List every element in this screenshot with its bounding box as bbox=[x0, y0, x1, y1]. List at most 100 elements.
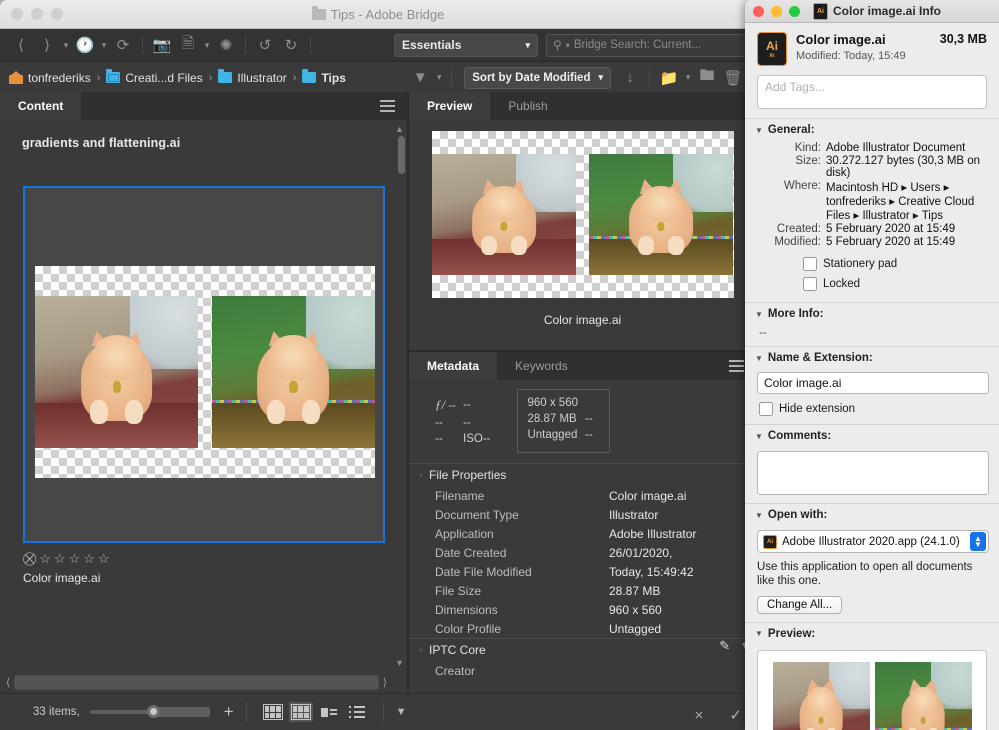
tab-preview[interactable]: Preview bbox=[409, 92, 491, 120]
checkbox-icon[interactable] bbox=[759, 402, 773, 416]
checkbox-locked[interactable]: Locked bbox=[745, 274, 999, 294]
metadata-value[interactable]: 28.87 MB bbox=[609, 584, 660, 598]
star-icon[interactable]: ☆ bbox=[54, 552, 66, 565]
tab-metadata[interactable]: Metadata bbox=[409, 352, 498, 380]
recent-dropdown-icon[interactable]: ▾ bbox=[60, 40, 72, 51]
workspace-selector[interactable]: Essentials ▾ bbox=[394, 33, 538, 57]
metadata-list[interactable]: ▾ File Properties Filename Color image.a… bbox=[409, 463, 756, 694]
pencil-icon[interactable]: ✎ bbox=[719, 638, 730, 654]
recent-folder-icon[interactable]: 📁 bbox=[656, 65, 682, 91]
search-scope-chevron-icon[interactable]: ▾ bbox=[566, 41, 570, 50]
scroll-down-icon[interactable]: ▼ bbox=[395, 658, 404, 668]
breadcrumb-item-illustrator[interactable]: Illustrator bbox=[215, 69, 289, 85]
open-in-camera-raw-icon[interactable]: 📷 bbox=[149, 32, 175, 58]
metadata-value[interactable]: Adobe Illustrator bbox=[609, 527, 696, 541]
bridge-traffic-lights[interactable] bbox=[0, 8, 63, 20]
rotate-counterclockwise-icon[interactable]: ⟳ bbox=[110, 32, 136, 58]
history-dropdown-icon[interactable]: ▾ bbox=[98, 40, 110, 51]
scroll-right-icon[interactable]: ⟩ bbox=[383, 676, 387, 689]
open-with-selector[interactable]: Ai Adobe Illustrator 2020.app (24.1.0) ▲… bbox=[757, 530, 989, 553]
metadata-value[interactable]: Color image.ai bbox=[609, 489, 686, 503]
section-more-info[interactable]: ▼ More Info: bbox=[745, 302, 999, 325]
search-input[interactable]: ⚲ ▾ Bridge Search: Current... bbox=[546, 33, 748, 57]
bridge-close-button[interactable] bbox=[11, 8, 23, 20]
breadcrumb-item-tips[interactable]: Tips bbox=[299, 69, 348, 85]
content-thumbnail-selected[interactable] bbox=[23, 186, 385, 543]
checkbox-stationery-pad[interactable]: Stationery pad bbox=[745, 254, 999, 274]
section-comments[interactable]: ▼ Comments: bbox=[745, 424, 999, 447]
checkbox-hide-extension[interactable]: Hide extension bbox=[745, 399, 999, 419]
history-clock-icon[interactable]: 🕐 bbox=[72, 32, 98, 58]
increase-thumbnail-size-button[interactable]: + bbox=[224, 702, 234, 722]
tab-keywords[interactable]: Keywords bbox=[497, 352, 586, 380]
metadata-value[interactable]: 960 x 560 bbox=[609, 603, 662, 617]
refresh-icon[interactable]: ✺ bbox=[213, 32, 239, 58]
comments-textarea[interactable] bbox=[757, 451, 989, 495]
info-row-modified: Modified: 5 February 2020 at 15:49 bbox=[745, 235, 999, 248]
scroll-track[interactable] bbox=[397, 136, 405, 656]
rating-stars[interactable]: ⛒ ☆ ☆ ☆ ☆ ☆ bbox=[23, 552, 110, 565]
change-all-button[interactable]: Change All... bbox=[757, 595, 843, 614]
section-open-with[interactable]: ▼ Open with: bbox=[745, 503, 999, 526]
stepper-icon[interactable]: ▲ ▼ bbox=[970, 532, 986, 551]
undo-icon[interactable]: ↺ bbox=[252, 32, 278, 58]
info-zoom-button[interactable] bbox=[789, 5, 800, 17]
list-view-icon[interactable] bbox=[345, 702, 369, 722]
metadata-section-iptc-core[interactable]: ▾ IPTC Core bbox=[409, 638, 756, 661]
tab-content[interactable]: Content bbox=[0, 92, 82, 120]
metadata-section-file-properties[interactable]: ▾ File Properties bbox=[409, 463, 756, 486]
content-vertical-scrollbar[interactable]: ▲ ▼ bbox=[395, 124, 405, 668]
confirm-icon[interactable]: ✓ bbox=[729, 706, 742, 724]
chevron-down-icon[interactable]: ▼ bbox=[396, 706, 407, 718]
checkbox-icon[interactable] bbox=[803, 257, 817, 271]
scroll-left-icon[interactable]: ⟨ bbox=[6, 676, 10, 689]
checkbox-icon[interactable] bbox=[803, 277, 817, 291]
content-horizontal-scrollbar[interactable]: ⟨ ⟩ bbox=[6, 675, 387, 690]
info-close-button[interactable] bbox=[753, 5, 764, 17]
batch-rename-dropdown-icon[interactable]: ▾ bbox=[201, 40, 213, 51]
filter-dropdown-icon[interactable]: ▾ bbox=[433, 72, 445, 83]
grid-view-icon[interactable] bbox=[261, 702, 285, 722]
sort-selector[interactable]: Sort by Date Modified ▾ bbox=[464, 66, 611, 89]
star-icon[interactable]: ☆ bbox=[83, 552, 95, 565]
scroll-thumb[interactable] bbox=[398, 136, 405, 174]
new-folder-icon[interactable]: 🖿 bbox=[694, 65, 720, 91]
bridge-minimize-button[interactable] bbox=[31, 8, 43, 20]
details-view-icon[interactable] bbox=[317, 702, 341, 722]
recent-folder-dropdown-icon[interactable]: ▾ bbox=[682, 72, 694, 83]
name-extension-input[interactable]: Color image.ai bbox=[757, 372, 989, 394]
star-icon[interactable]: ☆ bbox=[69, 552, 81, 565]
trash-icon[interactable]: 🗑 bbox=[720, 65, 746, 91]
sort-direction-icon[interactable]: ↓ bbox=[617, 65, 643, 91]
metadata-value[interactable]: Untagged bbox=[609, 622, 661, 636]
metadata-value[interactable]: Today, 15:49:42 bbox=[609, 565, 694, 579]
forward-arrow-icon[interactable]: ⟩ bbox=[34, 32, 60, 58]
section-name-extension[interactable]: ▼ Name & Extension: bbox=[745, 346, 999, 369]
star-icon[interactable]: ☆ bbox=[98, 552, 110, 565]
thumbnail-view-icon[interactable] bbox=[288, 702, 313, 722]
info-minimize-button[interactable] bbox=[771, 5, 782, 17]
tab-publish[interactable]: Publish bbox=[490, 92, 565, 120]
metadata-value[interactable]: 26/01/2020, bbox=[609, 546, 672, 560]
redo-icon[interactable]: ↻ bbox=[278, 32, 304, 58]
metadata-value[interactable]: Illustrator bbox=[609, 508, 658, 522]
bridge-zoom-button[interactable] bbox=[51, 8, 63, 20]
content-grid[interactable]: gradients and flattening.ai ⛒ ☆ ☆ ☆ ☆ ☆ … bbox=[0, 120, 407, 694]
info-content[interactable]: Ai Ai Color image.ai Modified: Today, 15:… bbox=[745, 23, 999, 730]
section-general[interactable]: ▼ General: bbox=[745, 118, 999, 141]
add-tags-input[interactable]: Add Tags... bbox=[757, 75, 987, 109]
scroll-thumb-horizontal[interactable] bbox=[14, 675, 379, 690]
section-preview[interactable]: ▼ Preview: bbox=[745, 621, 999, 645]
star-icon[interactable]: ☆ bbox=[39, 552, 51, 565]
cancel-icon[interactable]: × bbox=[695, 707, 704, 724]
back-arrow-icon[interactable]: ⟨ bbox=[8, 32, 34, 58]
scroll-up-icon[interactable]: ▲ bbox=[395, 124, 404, 134]
preview-area[interactable]: Color image.ai bbox=[409, 120, 756, 350]
batch-rename-icon[interactable]: 🗎 bbox=[175, 32, 201, 58]
content-panel-menu-icon[interactable] bbox=[368, 92, 407, 120]
filter-icon[interactable]: ▼ bbox=[407, 65, 433, 91]
reject-icon[interactable]: ⛒ bbox=[23, 552, 36, 565]
breadcrumb-item-creative-cloud-files[interactable]: Creati...d Files bbox=[103, 69, 205, 85]
breadcrumb-item-tonfrederiks[interactable]: tonfrederiks bbox=[6, 71, 94, 85]
thumbnail-size-slider[interactable] bbox=[89, 705, 210, 718]
